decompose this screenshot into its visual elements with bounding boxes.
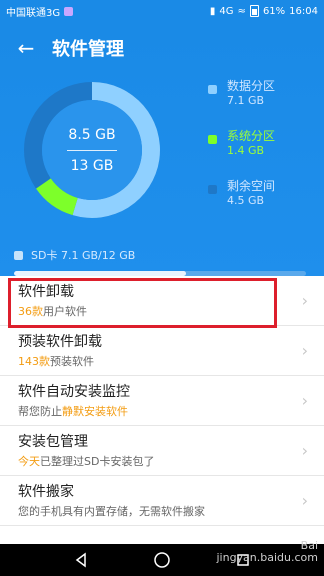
legend-item-system: 系统分区 1.4 GB xyxy=(208,128,318,178)
item-subtitle: 36款用户软件 xyxy=(18,303,87,319)
legend-value: 7.1 GB xyxy=(227,94,265,107)
divider xyxy=(67,149,117,151)
sd-card-icon xyxy=(14,250,23,260)
signal-label: 4G xyxy=(219,5,234,17)
legend-dot-free xyxy=(208,185,217,194)
storage-header: ← 软件管理 8.5 GB 13 GB 数据分区 7.1 GB 系统分区 1.4… xyxy=(0,22,324,276)
storage-legend: 数据分区 7.1 GB 系统分区 1.4 GB 剩余空间 4.5 GB xyxy=(208,78,318,228)
used-storage: 8.5 GB xyxy=(68,126,116,143)
nav-home-button[interactable] xyxy=(152,550,172,570)
item-highlight: 143款 xyxy=(18,355,50,368)
chevron-right-icon: › xyxy=(301,291,308,310)
arrow-left-icon: ← xyxy=(17,36,35,60)
nav-back-button[interactable] xyxy=(71,550,91,570)
list-item-package-manager[interactable]: 安装包管理 今天已整理过SD卡安装包了 › xyxy=(0,426,324,476)
feature-list: 软件卸载 36款用户软件 › 预装软件卸载 143款预装软件 › 软件自动安装监… xyxy=(0,276,324,526)
page-title: 软件管理 xyxy=(52,39,124,60)
watermark: Bai jingyan.baidu.com xyxy=(216,540,318,564)
clock: 16:04 xyxy=(289,5,318,17)
chevron-right-icon: › xyxy=(301,491,308,510)
total-storage: 13 GB xyxy=(70,157,114,174)
battery-label: 61% xyxy=(262,5,286,17)
list-item-app-move[interactable]: 软件搬家 您的手机具有内置存储，无需软件搬家 › xyxy=(0,476,324,526)
item-highlight: 36款 xyxy=(18,305,43,318)
legend-dot-system xyxy=(208,135,217,144)
item-subtitle: 今天已整理过SD卡安装包了 xyxy=(18,453,154,469)
circle-home-icon xyxy=(154,552,170,568)
item-subtitle: 143款预装软件 xyxy=(18,353,94,369)
sd-card-row: SD卡 7.1 GB/12 GB xyxy=(14,248,135,262)
item-subtitle-text: 帮您防止 xyxy=(18,405,62,418)
item-subtitle: 您的手机具有内置存储，无需软件搬家 xyxy=(18,503,205,519)
item-highlight: 今天 xyxy=(18,455,40,468)
back-button[interactable]: ← xyxy=(14,36,38,60)
legend-name: 数据分区 xyxy=(227,79,276,93)
status-bar: 中国联通3G ▮ 4G ≈ 61% 16:04 xyxy=(0,0,324,22)
item-subtitle-text: 用户软件 xyxy=(43,305,87,318)
chevron-right-icon: › xyxy=(301,441,308,460)
triangle-back-icon xyxy=(75,552,86,568)
battery-icon xyxy=(249,5,259,17)
sd-card-label: SD卡 7.1 GB/12 GB xyxy=(31,249,136,262)
list-item-install-monitor[interactable]: 软件自动安装监控 帮您防止静默安装软件 › xyxy=(0,376,324,426)
item-title: 软件卸载 xyxy=(18,284,74,300)
watermark-line2: jingyan.baidu.com xyxy=(216,551,318,564)
chevron-right-icon: › xyxy=(301,341,308,360)
legend-item-free: 剩余空间 4.5 GB xyxy=(208,178,318,228)
item-highlight: 静默安装软件 xyxy=(62,405,128,418)
donut-center: 8.5 GB 13 GB xyxy=(22,80,162,220)
list-item-uninstall[interactable]: 软件卸载 36款用户软件 › xyxy=(0,276,324,326)
chevron-right-icon: › xyxy=(301,391,308,410)
carrier-label: 中国联通3G xyxy=(6,7,61,19)
item-title: 软件自动安装监控 xyxy=(18,384,130,400)
legend-value: 4.5 GB xyxy=(227,194,265,207)
signal-icon: ▮ xyxy=(209,5,216,17)
legend-value: 1.4 GB xyxy=(227,144,265,157)
notification-icon xyxy=(64,6,74,16)
list-item-preinstalled[interactable]: 预装软件卸载 143款预装软件 › xyxy=(0,326,324,376)
legend-dot-data xyxy=(208,85,217,94)
legend-item-data: 数据分区 7.1 GB xyxy=(208,78,318,128)
item-title: 软件搬家 xyxy=(18,484,74,500)
item-title: 预装软件卸载 xyxy=(18,334,102,350)
legend-name: 剩余空间 xyxy=(227,179,276,193)
item-subtitle: 帮您防止静默安装软件 xyxy=(18,403,128,419)
item-title: 安装包管理 xyxy=(18,434,88,450)
item-subtitle-text: 已整理过SD卡安装包了 xyxy=(40,455,155,468)
legend-name: 系统分区 xyxy=(227,129,276,143)
item-subtitle-text: 您的手机具有内置存储，无需软件搬家 xyxy=(18,505,205,518)
item-subtitle-text: 预装软件 xyxy=(50,355,94,368)
wifi-icon: ≈ xyxy=(237,5,246,17)
